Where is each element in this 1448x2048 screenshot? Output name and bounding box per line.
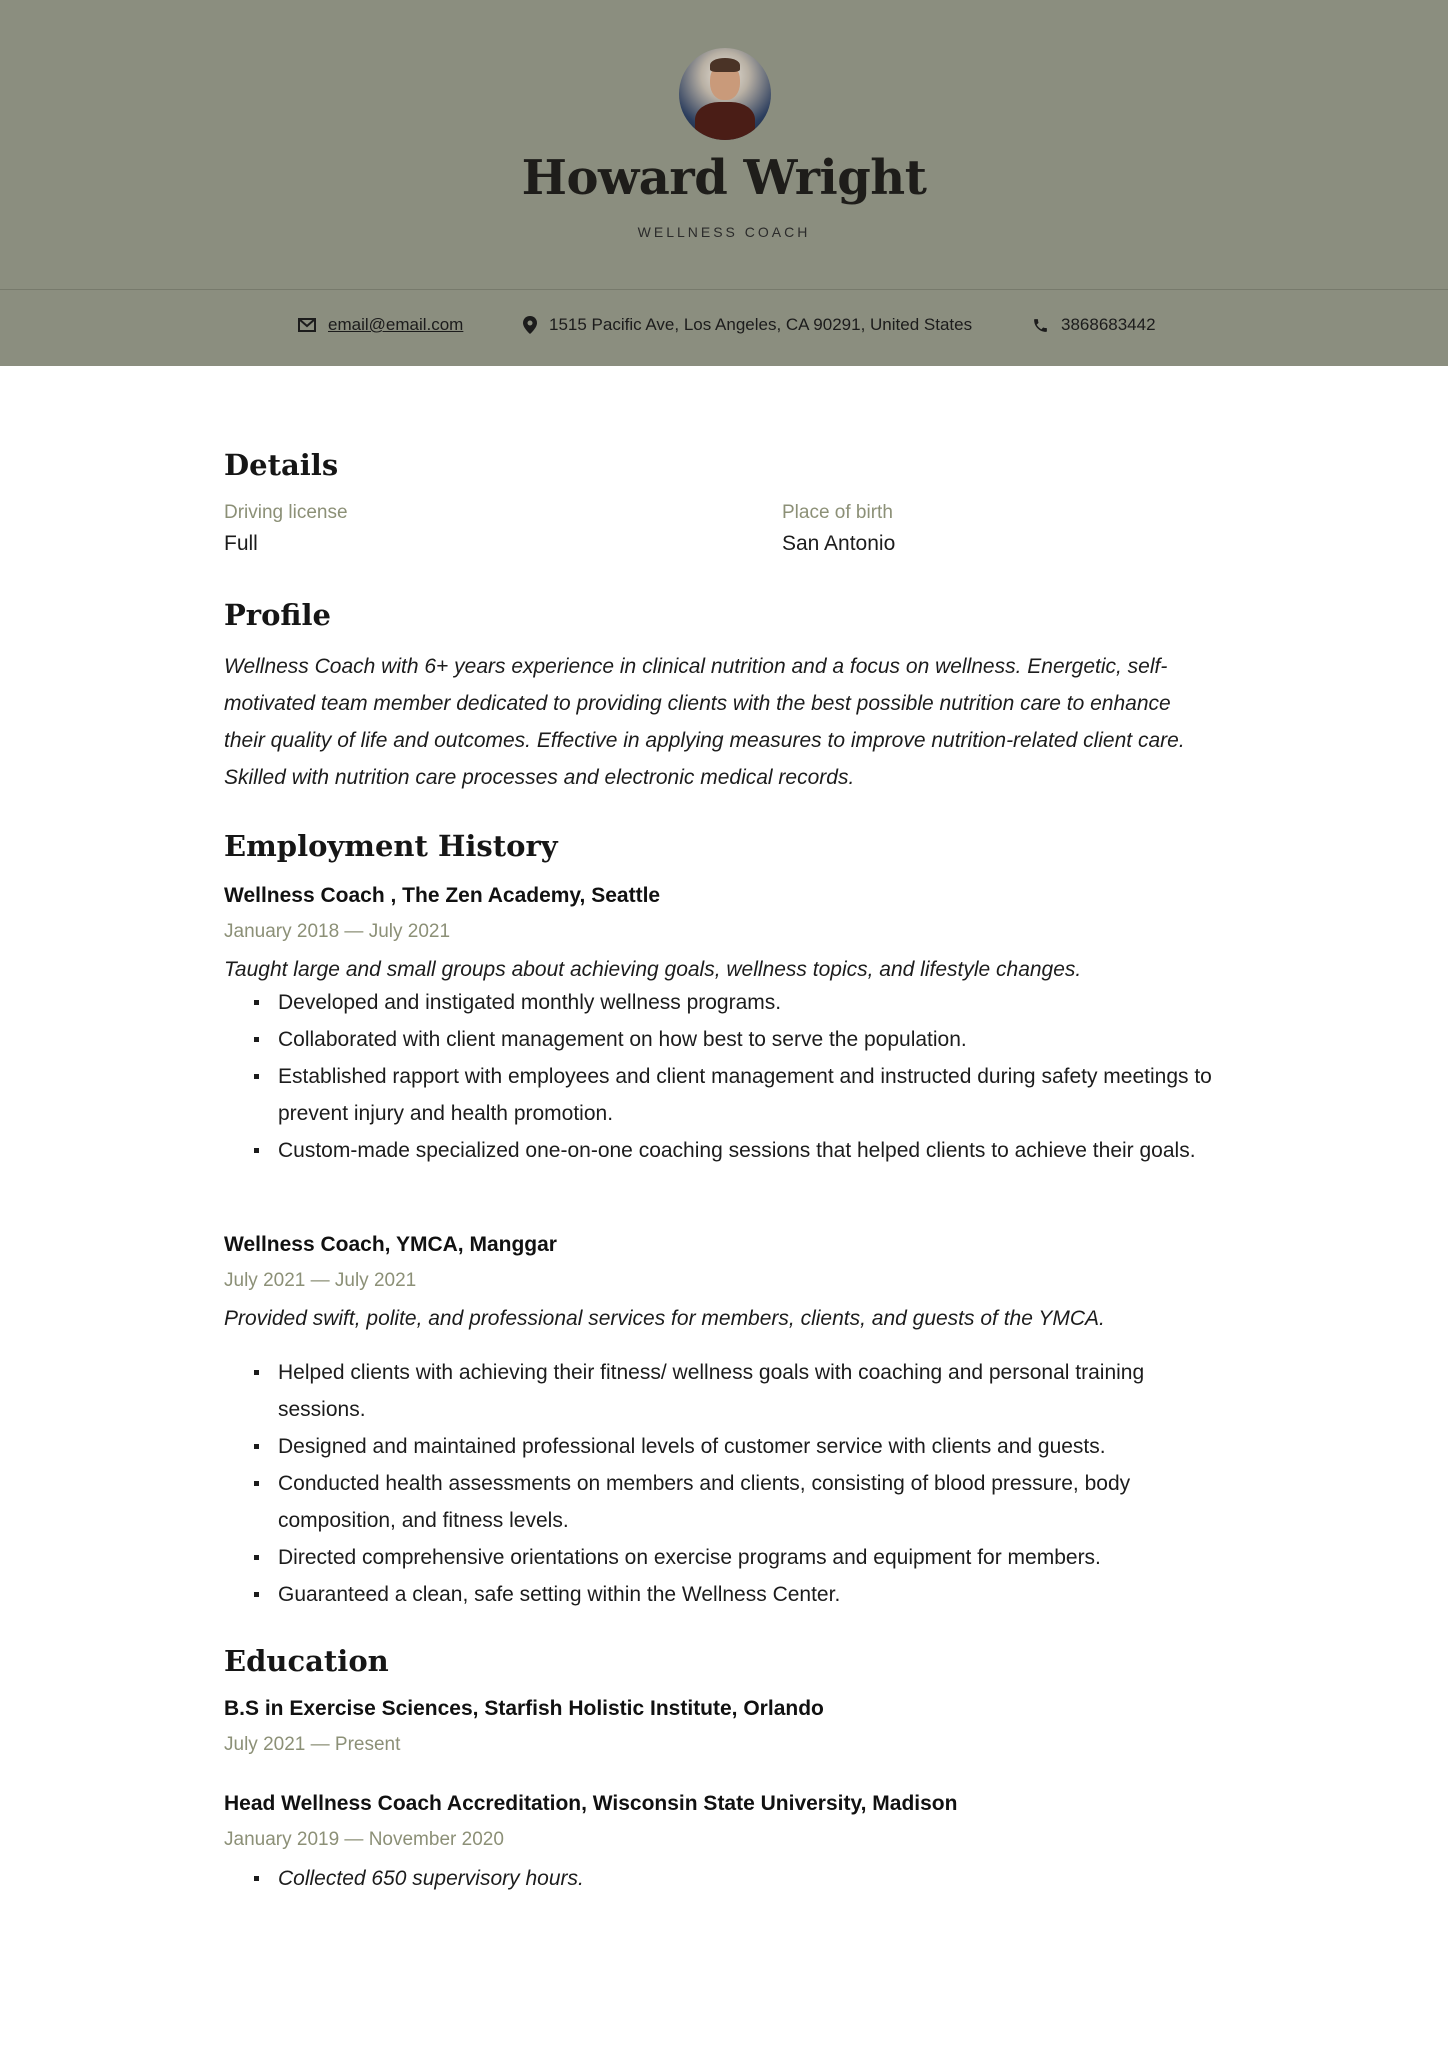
contact-address: 1515 Pacific Ave, Los Angeles, CA 90291,… (523, 315, 972, 335)
header (0, 0, 1448, 289)
job-description-2: Provided swift, polite, and professional… (224, 1307, 1105, 1330)
list-item: Collaborated with client management on h… (254, 1021, 1224, 1058)
job-title-2: Wellness Coach, YMCA, Manggar (224, 1233, 557, 1256)
avatar-hair (710, 58, 740, 72)
candidate-name: Howard Wright (521, 150, 927, 206)
details-heading: Details (224, 448, 339, 482)
education-bullets-2: Collected 650 supervisory hours. (254, 1860, 1224, 1897)
contact-phone[interactable]: 3868683442 (1032, 315, 1156, 335)
list-item: Collected 650 supervisory hours. (254, 1860, 1224, 1897)
phone-text: 3868683442 (1061, 315, 1156, 334)
avatar-shirt (695, 102, 755, 140)
phone-icon (1034, 318, 1047, 332)
list-item: Directed comprehensive orientations on e… (254, 1539, 1224, 1576)
job-bullets-2: Helped clients with achieving their fitn… (254, 1354, 1224, 1613)
education-title-1: B.S in Exercise Sciences, Starfish Holis… (224, 1697, 824, 1720)
education-title-2: Head Wellness Coach Accreditation, Wisco… (224, 1792, 958, 1815)
employment-heading: Employment History (224, 829, 558, 863)
driving-license-label: Driving license (224, 502, 348, 523)
job-title: WELLNESS COACH (637, 224, 811, 240)
driving-license-value: Full (224, 532, 258, 555)
job-bullets-1: Developed and instigated monthly wellnes… (254, 984, 1224, 1169)
education-dates-2: January 2019 — November 2020 (224, 1829, 504, 1850)
list-item: Helped clients with achieving their fitn… (254, 1354, 1224, 1428)
list-item: Developed and instigated monthly wellnes… (254, 984, 1224, 1021)
place-of-birth-label: Place of birth (782, 502, 893, 523)
job-title-1: Wellness Coach , The Zen Academy, Seattl… (224, 884, 661, 907)
avatar (679, 48, 771, 140)
job-description-1: Taught large and small groups about achi… (224, 958, 1082, 981)
location-pin-icon (523, 316, 537, 334)
education-dates-1: July 2021 — Present (224, 1734, 401, 1755)
list-item: Established rapport with employees and c… (254, 1058, 1224, 1132)
contact-email[interactable]: email@email.com (298, 315, 463, 335)
job-dates-2: July 2021 — July 2021 (224, 1270, 417, 1291)
profile-heading: Profile (224, 598, 331, 632)
list-item: Designed and maintained professional lev… (254, 1428, 1224, 1465)
list-item: Conducted health assessments on members … (254, 1465, 1224, 1539)
email-link[interactable]: email@email.com (328, 315, 463, 335)
education-heading: Education (224, 1644, 389, 1678)
place-of-birth-value: San Antonio (782, 532, 896, 555)
job-dates-1: January 2018 — July 2021 (224, 921, 451, 942)
list-item: Custom-made specialized one-on-one coach… (254, 1132, 1224, 1169)
list-item: Guaranteed a clean, safe setting within … (254, 1576, 1224, 1613)
email-icon (298, 318, 316, 332)
address-text: 1515 Pacific Ave, Los Angeles, CA 90291,… (549, 315, 973, 334)
profile-summary: Wellness Coach with 6+ years experience … (224, 655, 1185, 789)
